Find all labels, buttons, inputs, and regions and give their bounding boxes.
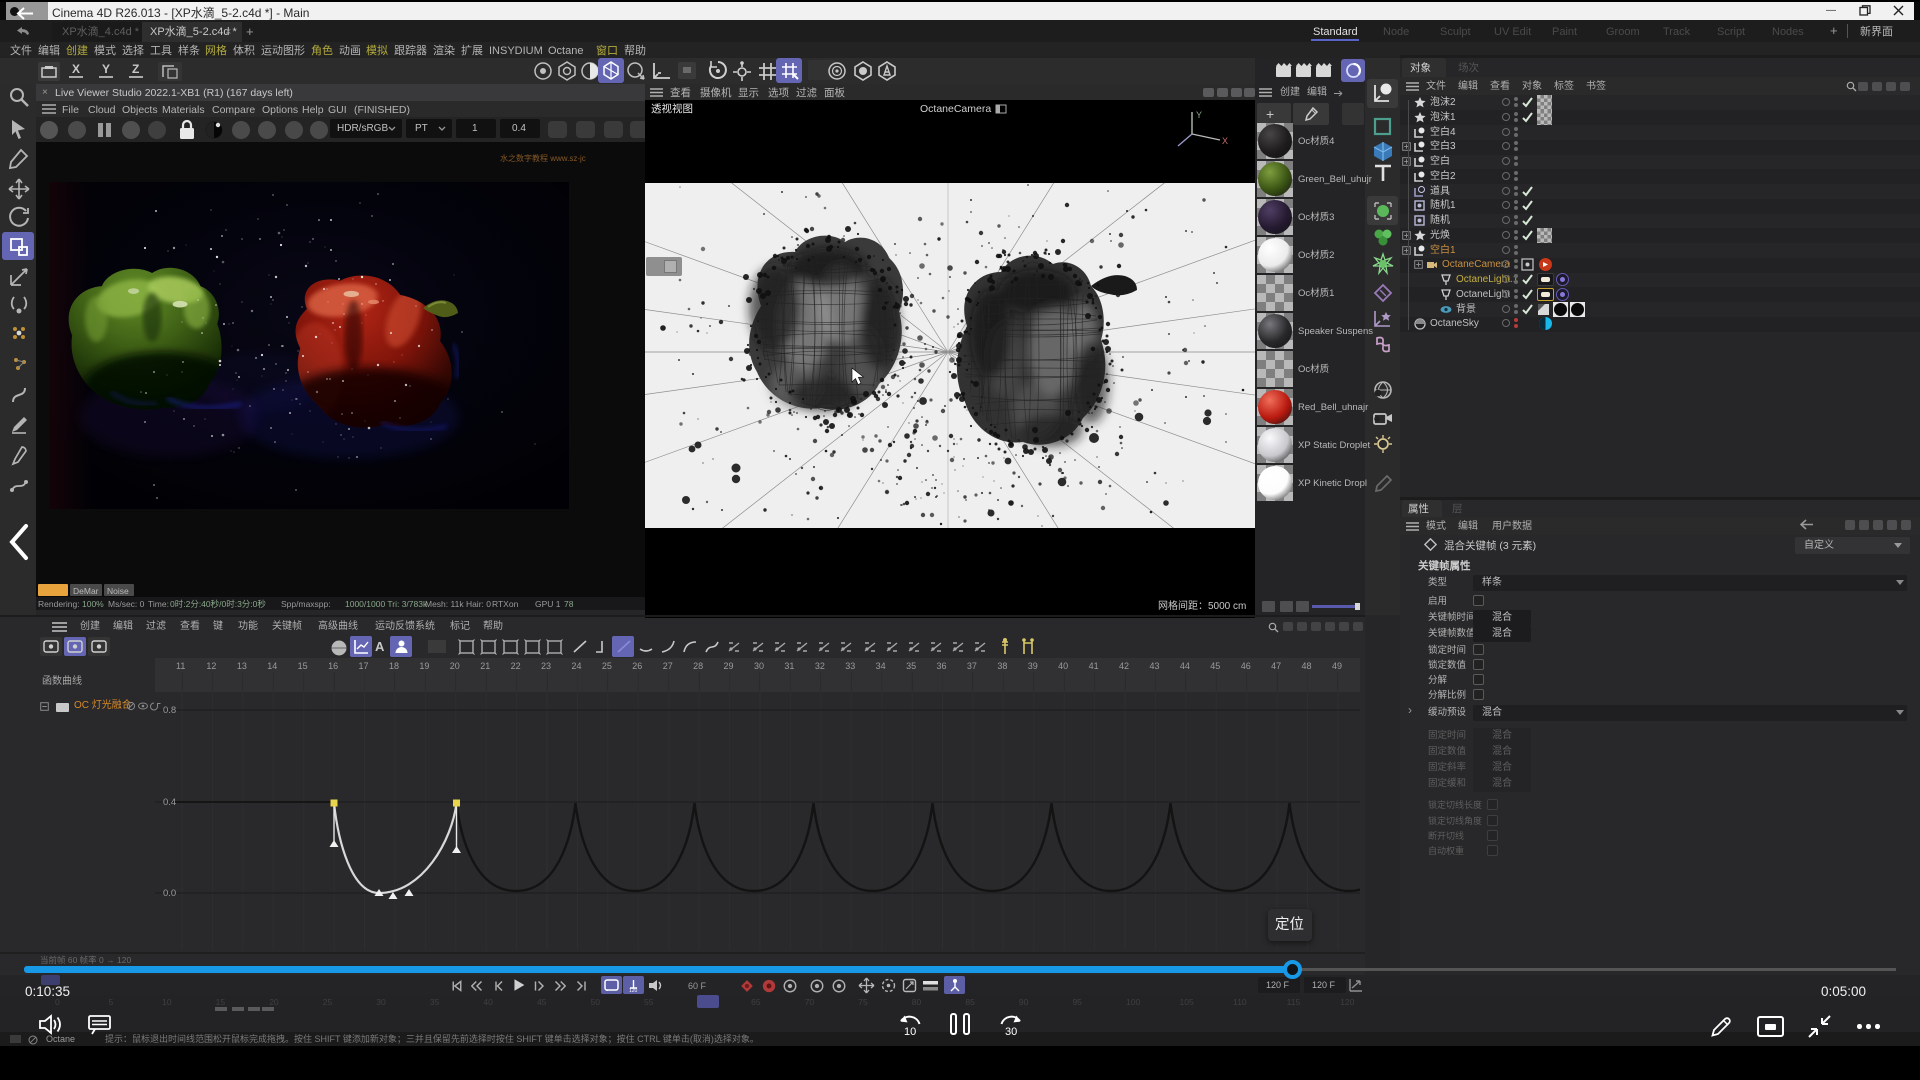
svg-text:Y: Y: [1196, 110, 1202, 120]
svg-text:30: 30: [1005, 1026, 1017, 1038]
svg-text:120: 120: [629, 988, 638, 993]
svg-text:X: X: [1222, 136, 1228, 146]
svg-text:10: 10: [904, 1026, 916, 1038]
